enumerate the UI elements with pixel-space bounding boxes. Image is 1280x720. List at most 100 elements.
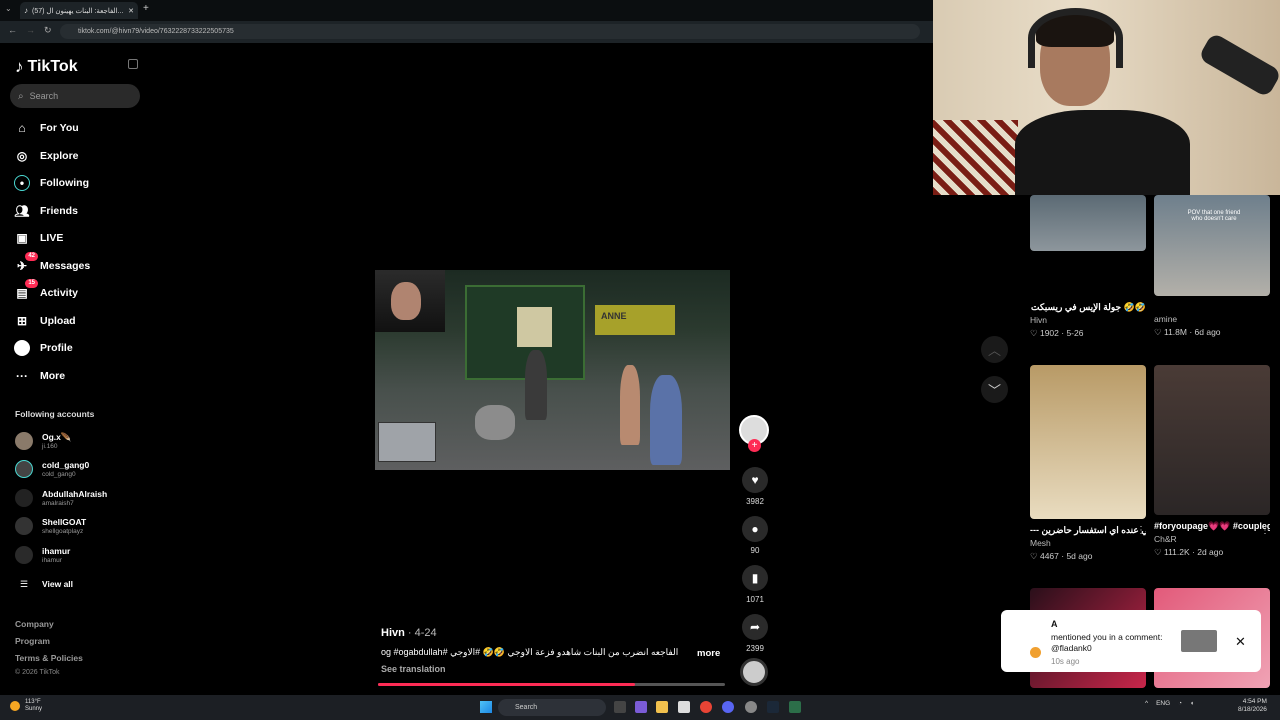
video-progress-bar[interactable] [378, 683, 725, 686]
sidebar-item-for-you[interactable]: ⌂ For You [14, 118, 79, 138]
sun-icon [10, 701, 20, 711]
account-handle: ji.160 [42, 442, 58, 450]
back-icon[interactable]: ← [8, 25, 17, 35]
obs-icon[interactable] [745, 701, 757, 713]
forward-icon[interactable]: → [26, 25, 35, 35]
sidebar-item-live[interactable]: ▣ LIVE [14, 228, 63, 248]
close-icon[interactable]: ✕ [1235, 634, 1246, 650]
following-account[interactable]: ShellGOAT shellgoatplayz [15, 515, 86, 537]
steam-icon[interactable] [767, 701, 779, 713]
footer-program-link[interactable]: Program [15, 636, 50, 646]
mention-notification[interactable]: A mentioned you in a comment: @fladank0 … [1001, 610, 1261, 672]
following-account[interactable]: AbdullahAlraish amalraish7 [15, 487, 107, 509]
taskbar-search[interactable]: Search [498, 699, 606, 716]
previous-video-button[interactable]: ︿ [981, 336, 1008, 363]
discord-icon[interactable] [722, 701, 734, 713]
more-options-icon[interactable]: ⋮ [1260, 525, 1270, 536]
account-handle: ihamur [42, 556, 62, 564]
sidebar-item-more[interactable]: ··· More [14, 366, 65, 386]
messages-badge: 42 [25, 252, 38, 261]
bookmark-icon: ▮ [742, 565, 768, 591]
recommended-video-card[interactable]: ⋮ #foryoupage💗💗 #couplegoals #explor... … [1154, 365, 1270, 558]
music-disc-icon[interactable] [740, 658, 768, 686]
video-figure [620, 365, 640, 445]
copyright: © 2026 TikTok [15, 669, 60, 676]
collapse-sidebar-icon[interactable] [128, 59, 138, 69]
sidebar-item-messages[interactable]: ✈ 42 Messages [14, 252, 90, 276]
tiktok-note-icon: ♪ [15, 57, 24, 76]
friends-icon: 👥︎ [14, 204, 30, 218]
video-caption: الفاجعه انضرب من البنات شاهدو فزعة الاوج… [381, 647, 679, 657]
more-caption-link[interactable]: more [697, 648, 720, 659]
sidebar-item-upload[interactable]: ⊞ Upload [14, 311, 76, 331]
sidebar-item-label: LIVE [40, 232, 64, 244]
footer-company-link[interactable]: Company [15, 619, 54, 629]
browser-tab[interactable]: ♪ (57) الفاجعة: البنات يهينون ال... ✕ [20, 2, 138, 19]
store-icon[interactable] [678, 701, 690, 713]
system-tray[interactable]: ^ ENG ◔ ◖ [1145, 700, 1194, 707]
clock-time: 4:54 PM [1242, 698, 1267, 705]
close-tab-icon[interactable]: ✕ [128, 7, 134, 15]
sidebar-item-explore[interactable]: ◎ Explore [14, 146, 79, 166]
comment-button[interactable]: ● 90 [739, 516, 771, 555]
account-name: ihamur [42, 545, 71, 556]
video-author: Hivn [1030, 315, 1048, 325]
new-tab-icon[interactable]: + [143, 3, 149, 14]
view-all-link[interactable]: ☰ View all [15, 573, 73, 595]
sidebar-item-following[interactable]: • Following [14, 173, 89, 193]
windows-start-icon[interactable] [480, 701, 492, 713]
upload-icon: ⊞ [16, 314, 28, 328]
recommended-video-card[interactable]: ⋮ 🤣🤣 جولة الإيس في ريسبكت @ogabdullah #ا… [1030, 195, 1146, 339]
thumbnail-caption: POV that one friend who doesn't care [1187, 210, 1241, 222]
video-meta: ♡ 4467 · 5d ago [1030, 551, 1093, 561]
sidebar-item-activity[interactable]: ▤ 15 Activity [14, 279, 78, 303]
terminal-icon[interactable] [789, 701, 801, 713]
chevron-up-icon: ^ [1145, 700, 1149, 707]
video-author[interactable]: Hivn · 4-24 [381, 627, 437, 639]
tab-list-icon[interactable]: ⌄ [5, 4, 12, 13]
sidebar-item-profile[interactable]: Profile [14, 338, 73, 358]
chrome-icon[interactable] [700, 701, 712, 713]
follow-plus-icon[interactable]: + [748, 439, 761, 452]
reload-icon[interactable]: ↻ [44, 25, 52, 36]
comment-icon: ● [742, 516, 768, 542]
more-options-icon[interactable]: ⋮ [1136, 302, 1146, 313]
browser-toolbar: ← → ↻ tiktok.com/@hivn79/video/763222873… [0, 21, 933, 43]
sidebar-item-label: For You [40, 122, 79, 134]
headphones-icon [1028, 8, 1123, 68]
taskbar-clock[interactable]: 4:54 PM 8/18/2026 [1238, 698, 1267, 714]
search-input[interactable]: ⌕ Search [10, 84, 140, 108]
sidebar-item-friends[interactable]: 👥︎ Friends [14, 201, 78, 221]
weather-widget[interactable]: 113°F Sunny [10, 699, 42, 713]
see-translation-link[interactable]: See translation [381, 664, 446, 674]
following-account[interactable]: cold_gang0 cold_gang0 [15, 458, 89, 480]
recommended-video-card[interactable]: POV that one friend who doesn't care ami… [1154, 195, 1270, 338]
messages-icon: ✈ 42 [14, 252, 38, 274]
sidebar-item-label: Friends [40, 205, 78, 217]
language-indicator: ENG [1156, 700, 1171, 707]
clock-date: 8/18/2026 [1238, 706, 1267, 713]
video-title: #foryoupage💗💗 #couplegoals #explor... [1154, 521, 1270, 531]
following-account[interactable]: ihamur ihamur [15, 544, 70, 566]
following-account[interactable]: Og.x🪶 ji.160 [15, 430, 71, 452]
copilot-icon[interactable] [635, 701, 647, 713]
recommended-video-card[interactable]: ⋮ --- الي عنده اي استفسار حاضرين -------… [1030, 365, 1146, 562]
video-thumbnail [1030, 365, 1146, 519]
search-icon: ⌕ [18, 90, 24, 102]
address-bar[interactable]: tiktok.com/@hivn79/video/763222873322250… [60, 24, 920, 39]
share-button[interactable]: ➦ 2399 [739, 614, 771, 653]
save-button[interactable]: ▮ 1071 [739, 565, 771, 604]
more-options-icon[interactable]: ⋮ [1136, 525, 1146, 536]
next-video-button[interactable]: ﹀ [981, 376, 1008, 403]
task-view-icon[interactable] [614, 701, 626, 713]
video-author: Mesh [1030, 538, 1051, 548]
notification-time: 10s ago [1051, 657, 1080, 666]
footer-terms-link[interactable]: Terms & Policies [15, 653, 83, 663]
like-button[interactable]: ♥ 3982 [739, 467, 771, 506]
video-scooter [475, 405, 515, 440]
video-player[interactable]: ANNE [375, 270, 730, 470]
tiktok-logo[interactable]: ♪ TikTok [15, 57, 78, 77]
file-explorer-icon[interactable] [656, 701, 668, 713]
notification-user: A [1051, 619, 1058, 629]
account-handle: amalraish7 [42, 499, 74, 507]
